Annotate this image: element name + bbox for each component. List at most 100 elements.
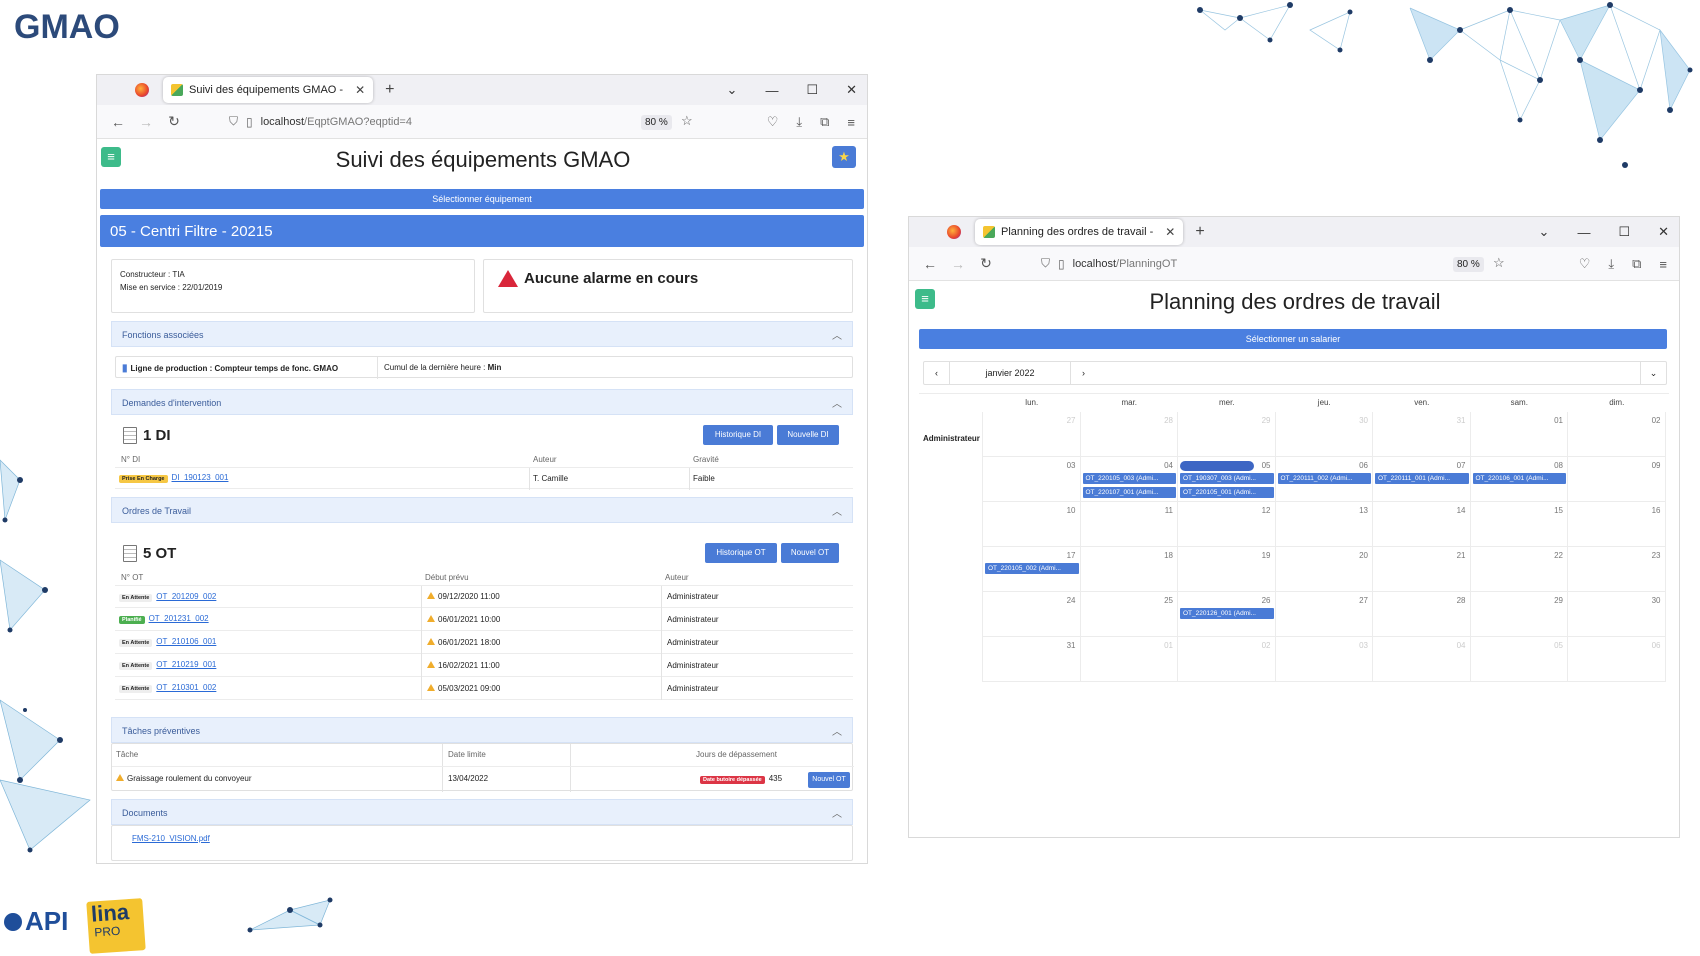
minimize-icon[interactable]: — xyxy=(1577,225,1590,240)
download-icon[interactable]: ⤓ xyxy=(796,114,802,130)
pocket-icon[interactable]: ♡ xyxy=(1579,256,1591,272)
calendar-day-cell[interactable]: 18 xyxy=(1080,547,1178,592)
calendar-day-cell[interactable]: 19 xyxy=(1178,547,1276,592)
preventive-section-header[interactable]: Tâches préventives ︿ xyxy=(111,717,853,743)
calendar-day-cell[interactable]: 11 xyxy=(1080,502,1178,547)
close-window-icon[interactable]: ✕ xyxy=(846,82,857,98)
download-icon[interactable]: ⤓ xyxy=(1608,256,1614,272)
calendar-day-cell[interactable]: 05 xyxy=(1470,637,1568,682)
chevron-left-icon[interactable]: ‹ xyxy=(924,362,950,384)
ot-number-link[interactable]: OT_210106_001 xyxy=(156,637,216,646)
close-window-icon[interactable]: ✕ xyxy=(1658,224,1669,240)
calendar-day-cell[interactable]: 27 xyxy=(1275,592,1373,637)
new-tab-icon[interactable]: + xyxy=(1195,223,1204,241)
url-bar[interactable]: ⛉ ▯ localhost/EqptGMAO?eqptid=4 xyxy=(229,114,412,129)
new-ot-button[interactable]: Nouvel OT xyxy=(781,543,839,563)
calendar-event[interactable]: OT_220111_002 (Admi... xyxy=(1277,473,1371,484)
ot-section-header[interactable]: Ordres de Travail ︿ xyxy=(111,497,853,523)
calendar-day-cell[interactable]: 28 xyxy=(1373,592,1471,637)
calendar-day-cell[interactable]: 03 xyxy=(1275,637,1373,682)
calendar-event[interactable]: OT_190307_003 (Admi... xyxy=(1180,473,1274,484)
documents-section-header[interactable]: Documents ︿ xyxy=(111,799,853,825)
calendar-day-cell[interactable]: 13 xyxy=(1275,502,1373,547)
calendar-day-cell[interactable]: 29 xyxy=(1178,412,1276,457)
chevron-up-icon[interactable]: ︿ xyxy=(832,723,842,738)
forward-icon[interactable]: → xyxy=(951,256,965,272)
zoom-level[interactable]: 80 % xyxy=(1453,257,1484,272)
chevron-up-icon[interactable]: ︿ xyxy=(832,395,842,410)
maximize-icon[interactable]: ☐ xyxy=(806,82,818,98)
calendar-day-cell[interactable]: 24 xyxy=(983,592,1081,637)
forward-icon[interactable]: → xyxy=(139,114,153,130)
back-icon[interactable]: ← xyxy=(111,114,125,130)
calendar-day-cell[interactable]: 30 xyxy=(1568,592,1666,637)
calendar-day-cell[interactable]: 15 xyxy=(1470,502,1568,547)
menu-icon[interactable]: ≡ xyxy=(847,115,855,130)
calendar-day-cell[interactable]: 23 xyxy=(1568,547,1666,592)
maximize-icon[interactable]: ☐ xyxy=(1618,224,1630,240)
reload-icon[interactable]: ↻ xyxy=(979,255,993,272)
minimize-icon[interactable]: — xyxy=(765,83,778,98)
calendar-day-cell[interactable]: 12 xyxy=(1178,502,1276,547)
reload-icon[interactable]: ↻ xyxy=(167,113,181,130)
bookmark-star-icon[interactable]: ☆ xyxy=(1493,255,1505,271)
calendar-event[interactable]: OT_220111_001 (Admi... xyxy=(1375,473,1469,484)
calendar-day-cell[interactable]: 06 xyxy=(1568,637,1666,682)
close-tab-icon[interactable]: ✕ xyxy=(355,83,365,97)
calendar-day-cell[interactable]: 03 xyxy=(983,457,1081,502)
ot-history-button[interactable]: Historique OT xyxy=(705,543,777,563)
ot-number-link[interactable]: OT_201231_002 xyxy=(149,614,209,623)
calendar-day-cell[interactable]: 20 xyxy=(1275,547,1373,592)
chevron-up-icon[interactable]: ︿ xyxy=(832,503,842,518)
month-label[interactable]: janvier 2022 xyxy=(950,362,1070,384)
pocket-icon[interactable]: ♡ xyxy=(767,114,779,130)
di-number-link[interactable]: DI_190123_001 xyxy=(172,473,229,482)
back-icon[interactable]: ← xyxy=(923,256,937,272)
select-employee-button[interactable]: Sélectionner un salarier xyxy=(919,329,1667,349)
calendar-day-cell[interactable]: 02 xyxy=(1568,412,1666,457)
chevron-right-icon[interactable]: › xyxy=(1070,362,1096,384)
calendar-day-cell[interactable]: 09 xyxy=(1568,457,1666,502)
chevron-up-icon[interactable]: ︿ xyxy=(832,327,842,342)
di-history-button[interactable]: Historique DI xyxy=(703,425,773,445)
calendar-day-cell[interactable]: 02 xyxy=(1178,637,1276,682)
calendar-event[interactable]: OT_220106_001 (Admi... xyxy=(1472,473,1566,484)
menu-icon[interactable]: ≡ xyxy=(1659,257,1667,272)
close-tab-icon[interactable]: ✕ xyxy=(1165,225,1175,239)
calendar-day-cell[interactable]: 01 xyxy=(1080,637,1178,682)
calendar-day-cell[interactable]: 04 xyxy=(1373,637,1471,682)
new-tab-icon[interactable]: + xyxy=(385,81,394,99)
calendar-event[interactable]: OT_220107_001 (Admi... xyxy=(1082,487,1176,498)
select-equipment-button[interactable]: Sélectionner équipement xyxy=(100,189,864,209)
calendar-day-cell[interactable]: 27 xyxy=(983,412,1081,457)
calendar-day-cell[interactable]: 25 xyxy=(1080,592,1178,637)
calendar-day-cell[interactable]: 14 xyxy=(1373,502,1471,547)
chevron-up-icon[interactable]: ︿ xyxy=(832,805,842,820)
calendar-day-cell[interactable]: 29 xyxy=(1470,592,1568,637)
ot-number-link[interactable]: OT_210219_001 xyxy=(156,660,216,669)
calendar-day-cell[interactable]: 31 xyxy=(1373,412,1471,457)
calendar-day-cell[interactable]: 10 xyxy=(983,502,1081,547)
favorite-star-button[interactable]: ★ xyxy=(832,146,856,168)
tab-planning-ot[interactable]: Planning des ordres de travail - ✕ xyxy=(975,219,1184,245)
extensions-icon[interactable]: ⧉ xyxy=(820,114,829,130)
calendar-day-cell[interactable]: 01 xyxy=(1470,412,1568,457)
functions-section-header[interactable]: Fonctions associées ︿ xyxy=(111,321,853,347)
new-di-button[interactable]: Nouvelle DI xyxy=(777,425,839,445)
url-bar[interactable]: ⛉ ▯ localhost/PlanningOT xyxy=(1041,256,1177,271)
calendar-event[interactable]: OT_220105_001 (Admi... xyxy=(1180,487,1274,498)
di-section-header[interactable]: Demandes d'intervention ︿ xyxy=(111,389,853,415)
tab-list-icon[interactable]: ⌄ xyxy=(727,82,738,98)
calendar-day-cell[interactable]: 21 xyxy=(1373,547,1471,592)
calendar-day-cell[interactable]: 30 xyxy=(1275,412,1373,457)
calendar-event[interactable]: OT_220126_001 (Admi... xyxy=(1180,608,1274,619)
ot-number-link[interactable]: OT_210301_002 xyxy=(156,683,216,692)
calendar-event[interactable]: OT_220105_002 (Admi... xyxy=(985,563,1079,574)
preventive-new-ot-button[interactable]: Nouvel OT xyxy=(808,772,850,788)
document-link[interactable]: FMS-210_VISION.pdf xyxy=(132,834,210,843)
chevron-down-icon[interactable]: ⌄ xyxy=(1640,362,1666,384)
calendar-day-cell[interactable]: 28 xyxy=(1080,412,1178,457)
extensions-icon[interactable]: ⧉ xyxy=(1632,256,1641,272)
calendar-event[interactable]: OT_220105_003 (Admi... xyxy=(1082,473,1176,484)
tab-suivi-equipements[interactable]: Suivi des équipements GMAO - ✕ xyxy=(163,77,374,103)
